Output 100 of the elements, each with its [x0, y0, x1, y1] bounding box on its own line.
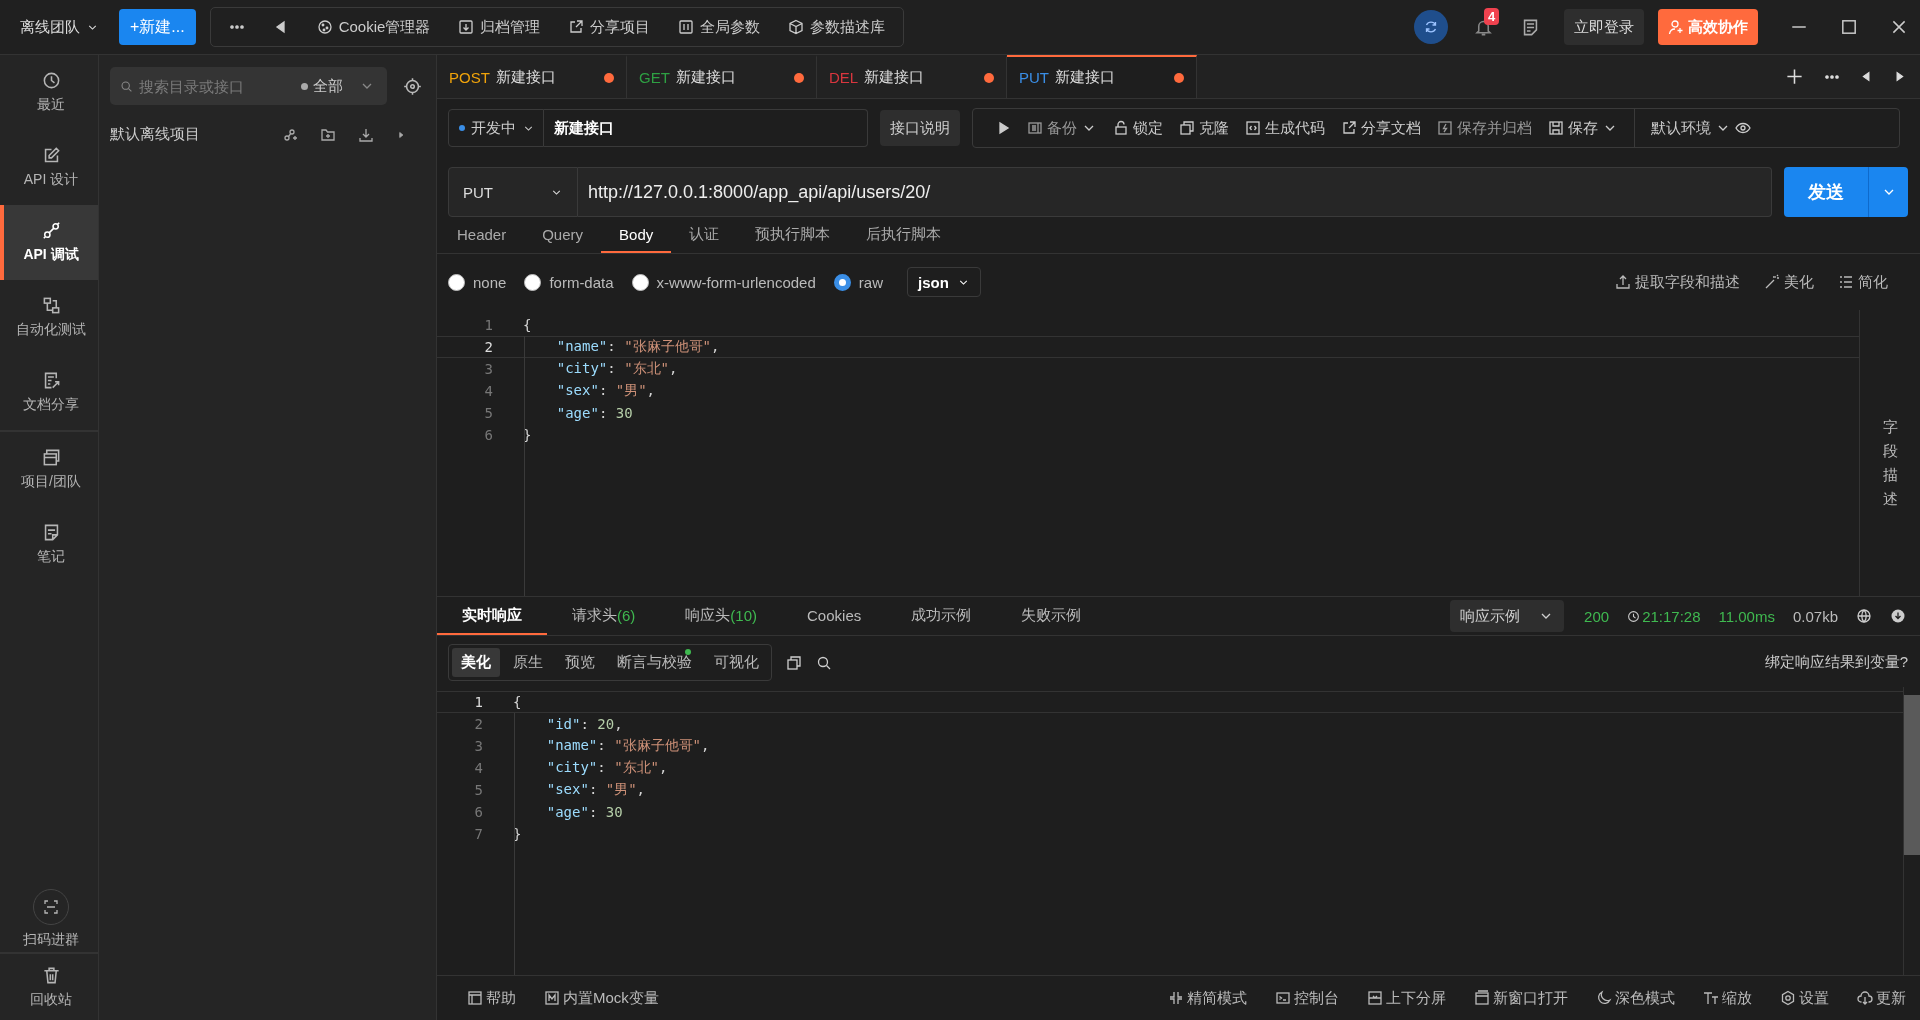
locate-icon[interactable] [403, 76, 422, 96]
response-tab[interactable]: 成功示例 [886, 597, 997, 635]
login-button[interactable]: 立即登录 [1564, 9, 1644, 45]
action-button[interactable]: 分享文档 [1341, 118, 1421, 138]
url-field[interactable]: http://127.0.0.1:8000/app_api/api/users/20/ [578, 167, 1772, 217]
name-field[interactable]: 新建接口 [544, 109, 868, 147]
back-arrow-icon[interactable] [1860, 70, 1873, 83]
nav-item[interactable]: 回收站 [0, 954, 98, 1020]
toolbar-button[interactable]: Cookie管理器 [316, 17, 431, 37]
request-section-tab[interactable]: Header [457, 217, 525, 253]
body-tool-button[interactable]: 提取字段和描述 [1615, 272, 1740, 292]
project-name[interactable]: 默认离线项目 [110, 125, 260, 144]
doc-button[interactable]: 接口说明 [880, 110, 960, 146]
request-section-tab[interactable]: 认证 [689, 217, 738, 253]
sync-button[interactable] [1414, 10, 1448, 44]
footer-button[interactable]: 帮助 [467, 988, 516, 1008]
forward-arrow-icon[interactable] [1893, 70, 1906, 83]
cube-icon [788, 19, 805, 35]
response-tab[interactable]: 响应头(10) [660, 597, 783, 635]
footer-button[interactable]: 精简模式 [1168, 988, 1247, 1008]
action-button[interactable]: 备份 [1027, 118, 1077, 138]
request-section-tab[interactable]: 预执行脚本 [755, 217, 849, 253]
user-add-icon [1668, 19, 1684, 35]
share-icon [568, 19, 585, 35]
search-field[interactable]: 搜索目录或接口 全部 [110, 67, 387, 105]
body-type-radio[interactable]: x-www-form-urlencoded [631, 273, 816, 291]
footer-button[interactable]: 控制台 [1275, 988, 1339, 1008]
scrollbar-thumb[interactable] [1904, 695, 1920, 855]
action-button[interactable]: 锁定 [1113, 118, 1163, 138]
request-tab[interactable]: POST 新建接口 [437, 55, 627, 98]
nav-item[interactable]: 项目/团队 [0, 432, 98, 507]
plug-icon [41, 221, 61, 240]
footer-button[interactable]: 内置Mock变量 [544, 988, 659, 1008]
request-section-tab[interactable]: Body [601, 217, 672, 253]
view-tab[interactable]: 美化 [452, 648, 500, 677]
action-button[interactable]: 保存 [1548, 118, 1598, 138]
caret-right-icon[interactable] [396, 129, 406, 140]
nav-item[interactable]: API 设计 [0, 130, 98, 205]
search-icon[interactable] [816, 654, 832, 671]
maximize-icon[interactable] [1840, 18, 1858, 36]
action-button[interactable]: 保存并归档 [1437, 118, 1532, 138]
footer-button[interactable]: 上下分屏 [1367, 988, 1446, 1008]
nav-item[interactable]: 自动化测试 [0, 280, 98, 355]
response-tab[interactable]: 失败示例 [996, 597, 1107, 635]
nav-item[interactable]: 扫码进群 [0, 886, 98, 952]
body-type-radio[interactable]: raw [833, 273, 883, 291]
download-icon[interactable] [1890, 608, 1906, 624]
close-icon[interactable] [1890, 18, 1908, 36]
team-menu[interactable]: 离线团队 [20, 17, 99, 37]
body-tool-button[interactable]: 美化 [1764, 272, 1814, 292]
download-icon[interactable] [358, 126, 374, 143]
footer-button[interactable]: 新窗口打开 [1474, 988, 1568, 1008]
view-tab[interactable]: 可视化 [705, 648, 768, 677]
example-select[interactable]: 响应示例 [1450, 600, 1565, 632]
folder-add-icon[interactable] [320, 126, 336, 143]
view-tab[interactable]: 预览 [556, 648, 604, 677]
eye-icon[interactable] [1735, 120, 1751, 136]
format-select[interactable]: json [906, 267, 981, 297]
toolbar-button[interactable]: 参数描述库 [788, 17, 886, 37]
code-line: } [523, 427, 532, 443]
footer-button[interactable]: 深色模式 [1596, 988, 1675, 1008]
footer-button[interactable]: 更新 [1857, 988, 1906, 1008]
globe-icon[interactable] [1856, 608, 1872, 624]
action-button[interactable]: 生成代码 [1245, 118, 1325, 138]
notepad-icon[interactable] [1521, 17, 1540, 37]
footer-button[interactable]: 设置 [1780, 988, 1829, 1008]
nav-item[interactable]: 最近 [0, 55, 98, 130]
code-editor[interactable]: 1 { 2 "name": "张麻子他哥", 3 "city": "东北", 4 "sex": "男", 5 "age": 30 6 } [437, 310, 1859, 596]
nav-item[interactable]: 文档分享 [0, 355, 98, 430]
mock-icon [544, 990, 560, 1006]
footer-button[interactable]: 缩放 [1703, 988, 1752, 1008]
status-select[interactable]: 开发中 [448, 109, 544, 147]
view-tab[interactable]: 断言与校验 [608, 648, 701, 677]
new-button[interactable]: +新建... [119, 9, 196, 45]
filter-select[interactable]: 全部 [301, 76, 343, 96]
nav-item[interactable]: 笔记 [0, 507, 98, 582]
copy-icon[interactable] [786, 654, 802, 671]
toolbar-button[interactable]: 分享项目 [568, 17, 651, 37]
response-tab[interactable]: 请求头(6) [547, 597, 661, 635]
body-tool-button[interactable]: 简化 [1838, 272, 1888, 292]
environment-select[interactable]: 默认环境 [1651, 118, 1731, 138]
request-tab[interactable]: PUT 新建接口 [1007, 55, 1197, 98]
toolbar-button[interactable]: 归档管理 [458, 17, 541, 37]
method-select[interactable]: PUT [448, 167, 578, 217]
magic-wand-icon [1764, 274, 1780, 290]
bind-variable-link[interactable]: 绑定响应结果到变量? [1764, 653, 1908, 672]
request-section-tab[interactable]: 后执行脚本 [866, 217, 960, 253]
request-tab[interactable]: GET 新建接口 [627, 55, 817, 98]
toolbar-button[interactable]: 全局参数 [678, 17, 761, 37]
request-section-tab[interactable]: Query [542, 217, 602, 253]
action-button[interactable]: 克隆 [1179, 118, 1229, 138]
link-add-icon[interactable] [282, 126, 298, 143]
nav-item[interactable]: API 调试 [0, 205, 98, 280]
body-type-radio[interactable]: none [448, 273, 507, 291]
add-icon[interactable] [1785, 67, 1804, 86]
side-panel[interactable]: 字段描述 [1859, 310, 1920, 596]
view-tab[interactable]: 原生 [504, 648, 552, 677]
response-tab[interactable]: Cookies [782, 597, 887, 635]
response-tab[interactable]: 实时响应 [437, 597, 547, 635]
body-type-radio[interactable]: form-data [524, 273, 614, 291]
